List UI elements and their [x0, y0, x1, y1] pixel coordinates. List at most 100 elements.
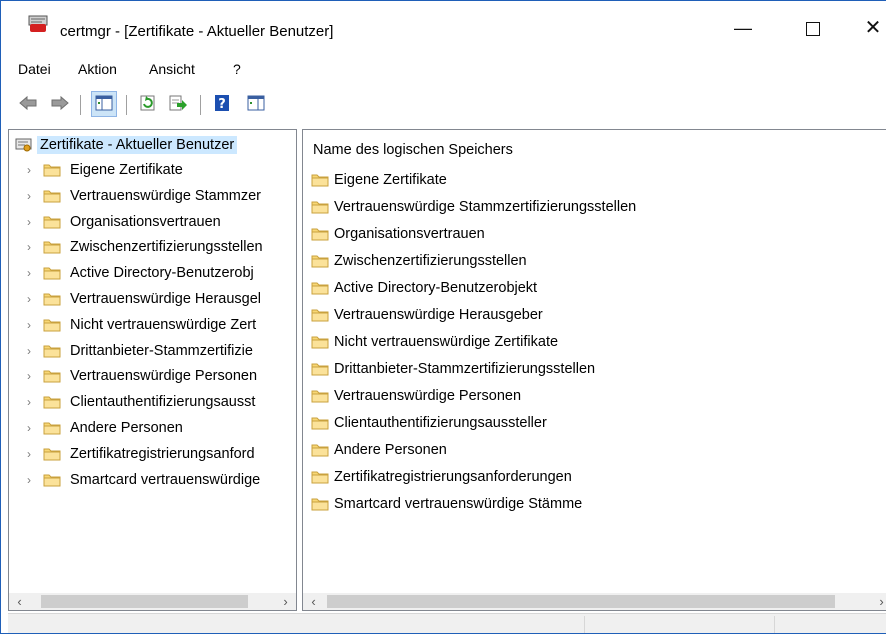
menu-datei[interactable]: Datei [18, 61, 51, 77]
list-item-label: Vertrauenswürdige Stammzertifizierungsst… [334, 199, 637, 215]
scroll-left-icon[interactable]: ‹ [11, 593, 28, 610]
certificate-store-icon [15, 138, 32, 152]
menu-help[interactable]: ? [233, 61, 241, 77]
list-item-label: Eigene Zertifikate [334, 172, 447, 188]
close-icon[interactable]: ✕ [858, 13, 886, 43]
column-header-name[interactable]: Name des logischen Speichers [313, 142, 513, 158]
tree-item[interactable]: › Vertrauenswürdige Herausgel [23, 288, 261, 310]
menu-aktion[interactable]: Aktion [78, 61, 117, 77]
minimize-icon[interactable]: — [728, 13, 758, 43]
tree-item[interactable]: › Smartcard vertrauenswürdige [23, 469, 260, 491]
list-item[interactable]: Zwischenzertifizierungsstellen [311, 250, 527, 272]
tree-item[interactable]: › Vertrauenswürdige Personen [23, 365, 257, 387]
tree-item[interactable]: › Organisationsvertrauen [23, 211, 221, 233]
toolbar-separator [80, 95, 81, 115]
list-item-label: Clientauthentifizierungsaussteller [334, 415, 547, 431]
list-horizontal-scrollbar[interactable]: ‹ › [303, 593, 886, 610]
list-item[interactable]: Clientauthentifizierungsaussteller [311, 412, 547, 434]
forward-arrow-icon[interactable] [50, 94, 70, 112]
tree-item-label: Drittanbieter-Stammzertifizie [70, 342, 253, 359]
export-list-icon[interactable] [168, 94, 188, 112]
list-item-label: Active Directory-Benutzerobjekt [334, 280, 538, 296]
list-item-label: Vertrauenswürdige Personen [334, 388, 522, 404]
expand-chevron-icon[interactable]: › [23, 215, 35, 229]
tree-item-label: Vertrauenswürdige Stammzer [70, 187, 261, 204]
folder-icon [311, 201, 329, 214]
tree-item[interactable]: › Zertifikatregistrierungsanford [23, 443, 255, 465]
list-item-label: Smartcard vertrauenswürdige Stämme [334, 496, 583, 512]
expand-chevron-icon[interactable]: › [23, 447, 35, 461]
tree-root-item[interactable]: Zertifikate - Aktueller Benutzer [15, 134, 238, 156]
menu-bar: Datei Aktion Ansicht ? [8, 57, 886, 85]
tree-pane[interactable]: Zertifikate - Aktueller Benutzer › Eigene… [8, 129, 297, 611]
folder-icon [43, 396, 61, 409]
list-item[interactable]: Vertrauenswürdige Personen [311, 385, 521, 407]
folder-icon [43, 370, 61, 383]
scroll-right-icon[interactable]: › [277, 593, 294, 610]
tree-item[interactable]: › Andere Personen [23, 417, 183, 439]
list-item[interactable]: Drittanbieter-Stammzertifizierungsstelle… [311, 358, 595, 380]
tree-item[interactable]: › Vertrauenswürdige Stammzer [23, 185, 261, 207]
tree-item[interactable]: › Zwischenzertifizierungsstellen [23, 236, 263, 258]
tree-item[interactable]: › Nicht vertrauenswürdige Zert [23, 314, 256, 336]
tree-item-label: Zertifikatregistrierungsanford [70, 445, 255, 462]
expand-chevron-icon[interactable]: › [23, 421, 35, 435]
folder-icon [311, 471, 329, 484]
folder-icon [43, 474, 61, 487]
scrollbar-thumb[interactable] [41, 595, 248, 608]
show-hide-tree-icon [95, 95, 113, 111]
folder-icon [43, 190, 61, 203]
folder-icon [43, 164, 61, 177]
tree-item-label: Smartcard vertrauenswürdige [70, 471, 261, 488]
expand-chevron-icon[interactable]: › [23, 318, 35, 332]
folder-icon [311, 255, 329, 268]
tree-horizontal-scrollbar[interactable]: ‹ › [9, 593, 296, 610]
list-item[interactable]: Andere Personen [311, 439, 447, 461]
folder-icon [311, 309, 329, 322]
list-item[interactable]: Vertrauenswürdige Herausgeber [311, 304, 543, 326]
folder-icon [311, 336, 329, 349]
tree-item-label: Nicht vertrauenswürdige Zert [70, 316, 257, 333]
tree-item[interactable]: › Clientauthentifizierungsausst [23, 391, 255, 413]
tree-item[interactable]: › Drittanbieter-Stammzertifizie [23, 340, 253, 362]
expand-chevron-icon[interactable]: › [23, 163, 35, 177]
tree-item[interactable]: › Eigene Zertifikate [23, 159, 183, 181]
list-item[interactable]: Organisationsvertrauen [311, 223, 485, 245]
expand-chevron-icon[interactable]: › [23, 344, 35, 358]
scroll-left-icon[interactable]: ‹ [305, 593, 322, 610]
list-item[interactable]: Vertrauenswürdige Stammzertifizierungsst… [311, 196, 636, 218]
action-pane-icon[interactable] [246, 94, 266, 112]
expand-chevron-icon[interactable]: › [23, 266, 35, 280]
expand-chevron-icon[interactable]: › [23, 369, 35, 383]
folder-icon [311, 417, 329, 430]
tree-root-label: Zertifikate - Aktueller Benutzer [37, 136, 238, 154]
list-item[interactable]: Eigene Zertifikate [311, 169, 447, 191]
scroll-right-icon[interactable]: › [873, 593, 886, 610]
folder-icon [311, 498, 329, 511]
list-item[interactable]: Active Directory-Benutzerobjekt [311, 277, 537, 299]
tree-item-label: Eigene Zertifikate [70, 162, 183, 178]
expand-chevron-icon[interactable]: › [23, 395, 35, 409]
list-item[interactable]: Smartcard vertrauenswürdige Stämme [311, 493, 582, 515]
expand-chevron-icon[interactable]: › [23, 292, 35, 306]
refresh-icon[interactable] [138, 94, 158, 112]
expand-chevron-icon[interactable]: › [23, 240, 35, 254]
back-arrow-icon[interactable] [18, 94, 38, 112]
help-icon[interactable]: ? [212, 94, 232, 112]
list-item-label: Nicht vertrauenswürdige Zertifikate [334, 334, 559, 350]
menu-ansicht[interactable]: Ansicht [149, 61, 195, 77]
folder-icon [43, 267, 61, 280]
scrollbar-thumb[interactable] [327, 595, 835, 608]
tree-item[interactable]: › Active Directory-Benutzerobj [23, 262, 254, 284]
title-bar[interactable]: certmgr - [Zertifikate - Aktueller Benut… [8, 1, 886, 43]
svg-text:?: ? [218, 97, 226, 112]
list-pane[interactable]: Name des logischen Speichers Eigene Zert… [302, 129, 886, 611]
list-item[interactable]: Zertifikatregistrierungsanforderungen [311, 466, 572, 488]
folder-icon [43, 345, 61, 358]
expand-chevron-icon[interactable]: › [23, 189, 35, 203]
tree-item-label: Clientauthentifizierungsausst [70, 394, 256, 411]
folder-icon [43, 241, 61, 254]
list-item[interactable]: Nicht vertrauenswürdige Zertifikate [311, 331, 558, 353]
expand-chevron-icon[interactable]: › [23, 473, 35, 487]
maximize-icon[interactable] [798, 13, 828, 43]
